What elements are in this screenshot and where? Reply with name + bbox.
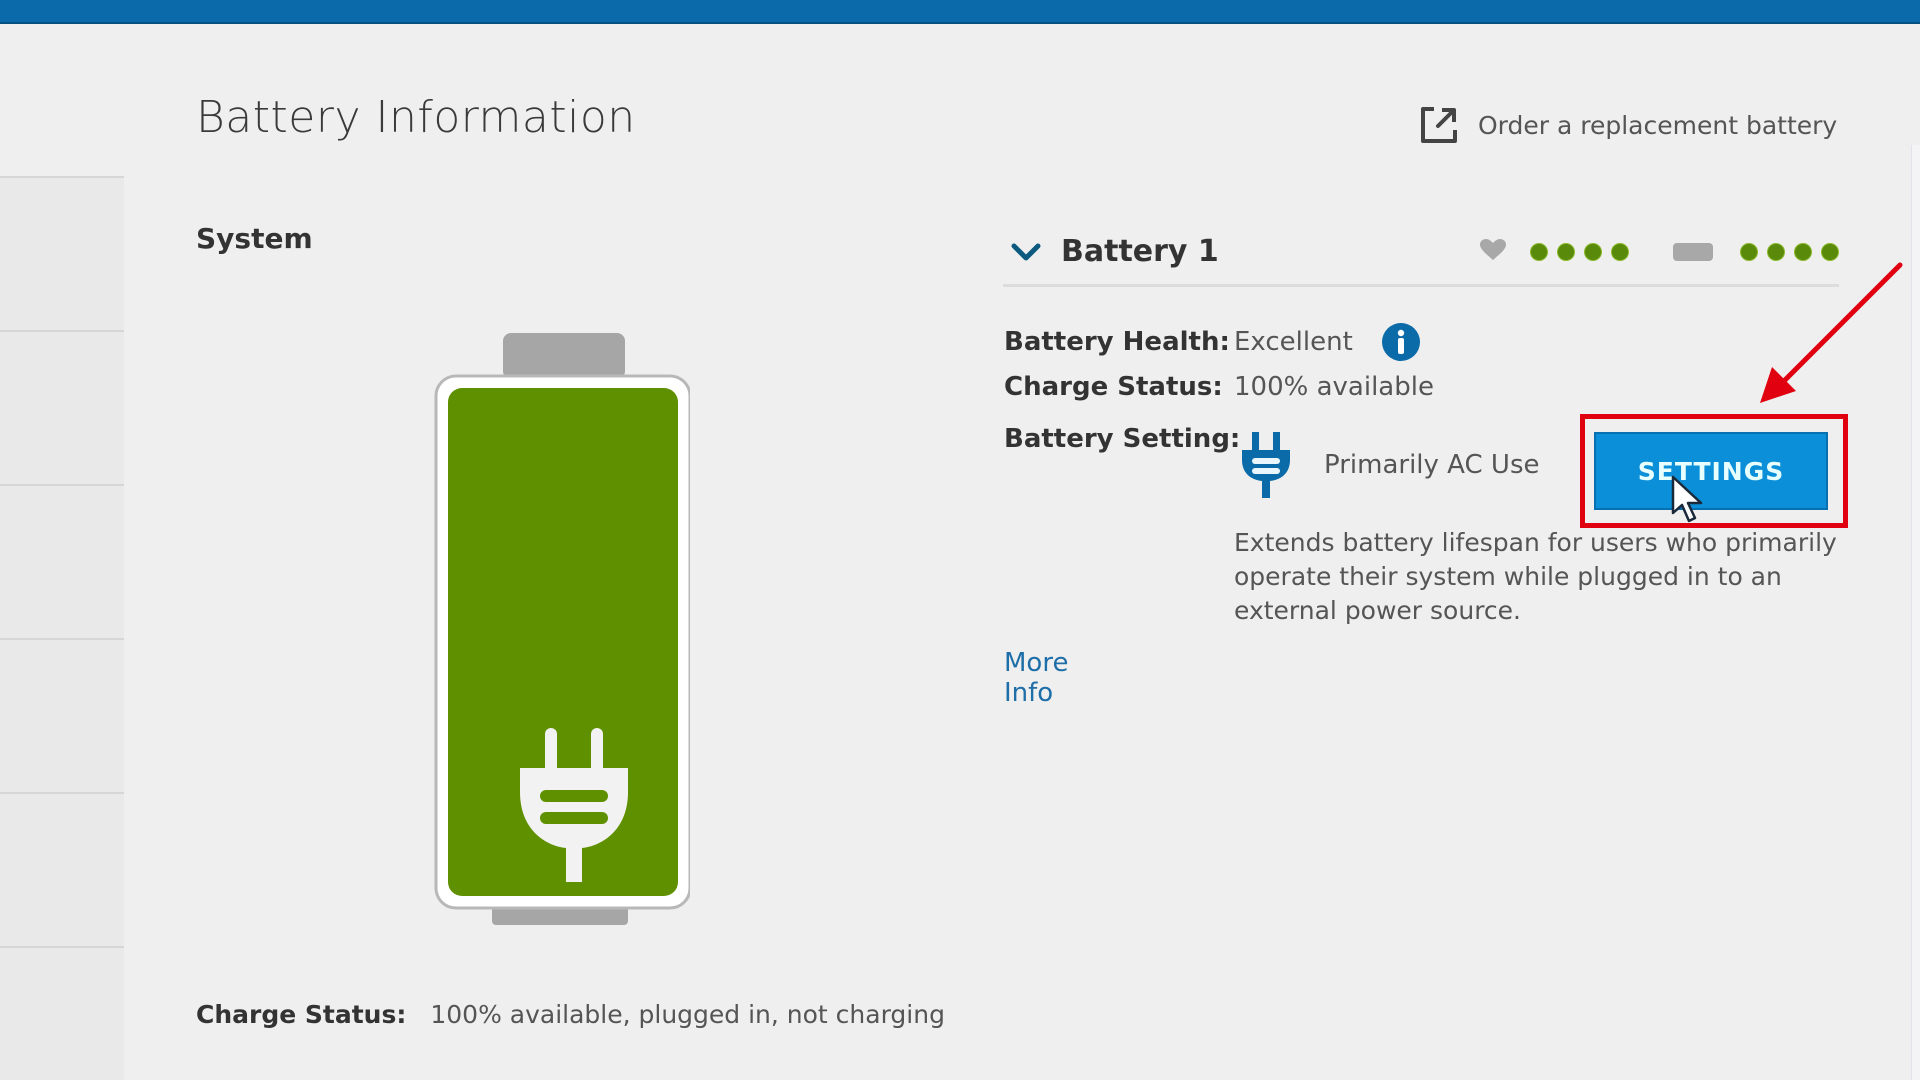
chevron-down-icon <box>1011 243 1041 260</box>
battery-health-label: Battery Health: <box>1004 327 1230 357</box>
battery-health-value: Excellent <box>1234 327 1353 357</box>
charge-level-dot <box>1767 243 1785 261</box>
battery-setting-description: Extends battery lifespan for users who p… <box>1234 528 1837 625</box>
battery-setting-label: Battery Setting: <box>1004 424 1241 454</box>
charge-level-dot <box>1794 243 1812 261</box>
system-battery-graphic <box>434 333 690 925</box>
health-indicator <box>1479 238 1629 266</box>
charge-indicator <box>1673 243 1839 261</box>
battery-name: Battery 1 <box>1061 234 1219 269</box>
system-section-title: System <box>196 222 313 255</box>
external-link-icon <box>1421 107 1457 143</box>
battery-1-header: Battery 1 <box>1003 224 1839 287</box>
battery-indicators <box>1435 238 1839 266</box>
battery-setting-value: Primarily AC Use <box>1324 450 1540 480</box>
sidebar-divider <box>0 638 124 640</box>
sidebar-divider <box>0 946 124 948</box>
page-title: Battery Information <box>196 92 636 143</box>
battery-icon <box>1673 243 1713 261</box>
more-info-link[interactable]: More Info <box>1004 648 1068 708</box>
system-charge-status: Charge Status: 100% available, plugged i… <box>196 1000 945 1029</box>
battery-health-row: Battery Health: Excellent <box>1004 322 1421 362</box>
sidebar-divider <box>0 792 124 794</box>
health-level-dot <box>1584 243 1602 261</box>
charge-status-value: 100% available, plugged in, not charging <box>430 1000 945 1029</box>
battery-charge-row: Charge Status: 100% available <box>1004 372 1434 402</box>
battery-charge-value: 100% available <box>1234 372 1434 402</box>
health-level-dot <box>1530 243 1548 261</box>
sidebar <box>0 176 124 1080</box>
charge-level-dot <box>1740 243 1758 261</box>
heart-icon <box>1480 239 1506 260</box>
order-link-label: Order a replacement battery <box>1478 110 1838 140</box>
scrollbar[interactable] <box>1911 145 1920 1080</box>
battery-setting-row: Battery Setting: <box>1004 424 1241 454</box>
order-replacement-battery-link[interactable]: Order a replacement battery <box>1418 104 1837 146</box>
settings-button[interactable]: SETTINGS <box>1594 432 1828 510</box>
sidebar-divider <box>0 484 124 486</box>
health-level-dot <box>1557 243 1575 261</box>
health-level-dot <box>1611 243 1629 261</box>
plug-icon <box>1242 432 1290 498</box>
sidebar-divider <box>0 176 124 178</box>
battery-charge-label: Charge Status: <box>1004 372 1223 402</box>
battery-terminal <box>503 333 625 379</box>
info-icon[interactable] <box>1381 322 1421 362</box>
charge-level-dot <box>1821 243 1839 261</box>
sidebar-divider <box>0 330 124 332</box>
battery-1-toggle[interactable]: Battery 1 <box>1011 234 1219 269</box>
top-bar <box>0 0 1920 24</box>
charge-status-label: Charge Status: <box>196 1000 407 1029</box>
